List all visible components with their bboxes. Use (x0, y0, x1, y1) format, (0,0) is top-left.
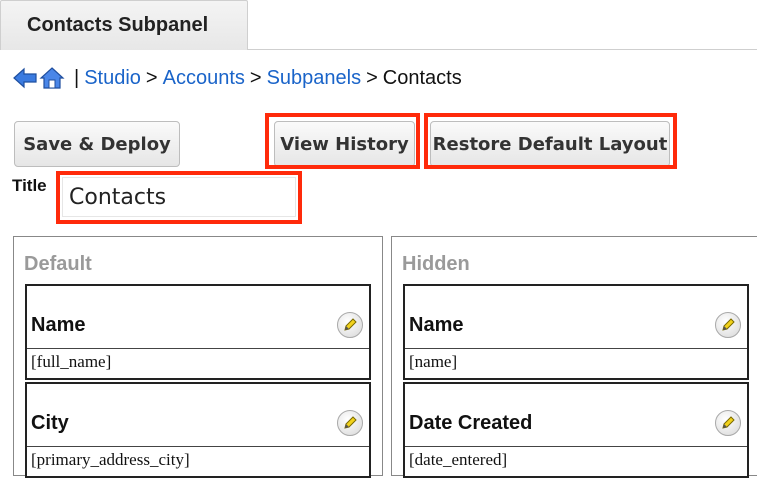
field-label: Date Created (409, 412, 533, 434)
panel-title-hidden: Hidden (402, 253, 470, 275)
tab-contacts-subpanel[interactable]: Contacts Subpanel (0, 0, 248, 50)
breadcrumb-separator: | (74, 66, 80, 89)
save-deploy-button[interactable]: Save & Deploy (14, 121, 180, 167)
highlight-restore-default (424, 113, 677, 169)
field-label: City (31, 412, 69, 434)
breadcrumb-arrow: > (249, 66, 262, 89)
highlight-view-history (265, 113, 420, 169)
breadcrumb-subpanels[interactable]: Subpanels (267, 67, 362, 90)
breadcrumb-arrow: > (145, 66, 158, 89)
pencil-edit-icon[interactable] (337, 410, 363, 436)
tab-divider (248, 49, 757, 50)
panel-title-default: Default (24, 253, 92, 275)
field-card[interactable]: City [primary_address_city] (25, 382, 371, 478)
field-label: Name (409, 314, 464, 336)
breadcrumb-studio[interactable]: Studio (84, 67, 141, 90)
field-card[interactable]: Name [full_name] (25, 284, 371, 380)
field-card[interactable]: Date Created [date_entered] (403, 382, 749, 478)
tab-label: Contacts Subpanel (27, 14, 209, 36)
pencil-edit-icon[interactable] (715, 312, 741, 338)
home-icon[interactable] (39, 66, 65, 90)
default-panel: Default Name [full_name] City [primary_a… (13, 236, 383, 478)
highlight-title-input (56, 171, 302, 224)
field-key: [name] (405, 348, 747, 375)
pencil-edit-icon[interactable] (337, 312, 363, 338)
field-card[interactable]: Name [name] (403, 284, 749, 380)
pencil-edit-icon[interactable] (715, 410, 741, 436)
hidden-panel: Hidden Name [name] Date Created [date_en… (391, 236, 757, 478)
field-key: [full_name] (27, 348, 369, 375)
breadcrumb-arrow: > (366, 66, 378, 89)
tab-bar: Contacts Subpanel (0, 0, 757, 52)
breadcrumb-accounts[interactable]: Accounts (163, 67, 245, 90)
breadcrumb-current: Contacts (382, 66, 462, 89)
back-arrow-icon[interactable] (12, 67, 38, 89)
title-label: Title (12, 176, 47, 195)
field-label: Name (31, 314, 86, 336)
breadcrumb: | Studio > Accounts > Subpanels > Contac… (12, 62, 462, 94)
